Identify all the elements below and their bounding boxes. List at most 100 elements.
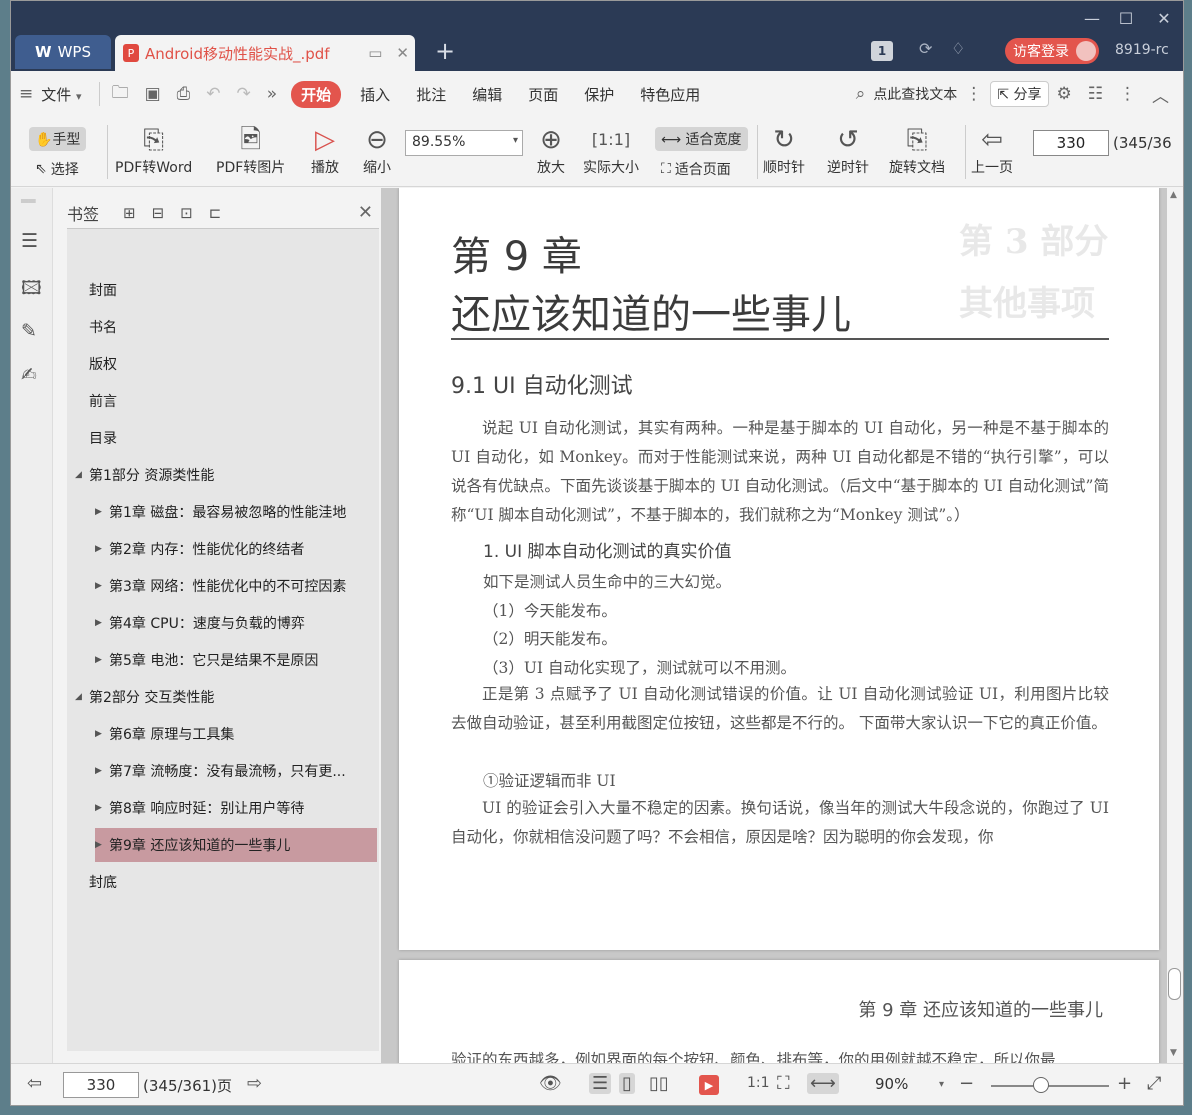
thumbnail-icon[interactable]: 🖾 — [21, 274, 42, 306]
bookmark-item[interactable]: ▶ 第1章 磁盘：最容易被忽略的性能洼地 — [95, 495, 377, 529]
open-folder-icon[interactable]: 🗀 — [104, 80, 137, 109]
zoom-slider-track[interactable] — [991, 1085, 1109, 1087]
bookmark-item[interactable]: 目录 — [75, 421, 377, 455]
tab-special[interactable]: 特色应用 — [627, 84, 713, 105]
more-vertical-icon[interactable]: ⋮ — [957, 84, 990, 104]
zoom-select[interactable]: 89.55% ▾ — [405, 130, 523, 156]
bookmark-item[interactable]: ▶ 第5章 电池：它只是结果不是原因 — [95, 643, 377, 677]
guest-login-button[interactable]: 访客登录 — [1005, 38, 1099, 64]
collapsed-arrow-icon[interactable]: ▶ — [95, 581, 109, 591]
fit-width-small-icon[interactable]: ⟷ — [807, 1073, 839, 1094]
collapsed-arrow-icon[interactable]: ▶ — [95, 766, 109, 776]
annotation-icon[interactable]: ✎ — [21, 320, 37, 342]
new-tab-plus-icon[interactable]: + — [435, 37, 455, 65]
file-menu[interactable]: 文件 ▾ — [41, 84, 94, 105]
bookmark-item[interactable]: 封面 — [75, 273, 377, 307]
bookmark-options-icon[interactable]: ⊏ — [209, 204, 222, 222]
actual-size-button[interactable]: [1:1] 实际大小 — [583, 123, 639, 177]
zoom-plus-icon[interactable]: + — [1117, 1073, 1132, 1094]
bookmark-item[interactable]: ▶ 第3章 网络：性能优化中的不可控因素 — [95, 569, 377, 603]
share-button[interactable]: ⇱ 分享 — [990, 81, 1049, 107]
skin-icon[interactable]: ♢ — [951, 39, 965, 58]
collapsed-arrow-icon[interactable]: ▶ — [95, 840, 109, 850]
bookmark-list-icon[interactable]: ☰ — [21, 230, 38, 252]
bookmark-item[interactable]: ▶ 第9章 还应该知道的一些事儿 — [95, 828, 377, 862]
pdf-to-image-button[interactable]: 🖻 PDF转图片 — [216, 123, 285, 177]
add-bookmark-icon[interactable]: ⊡ — [180, 204, 193, 222]
bookmark-item[interactable]: ▶ 第8章 响应时延：别让用户等待 — [95, 791, 377, 825]
eye-protection-icon[interactable]: 👁 — [539, 1073, 562, 1094]
bookmark-item[interactable]: ▶ 第2章 内存：性能优化的终结者 — [95, 532, 377, 566]
vertical-scrollbar[interactable]: ▲ ▼ — [1167, 188, 1183, 1063]
bookmark-item[interactable]: ◢ 第2部分 交互类性能 — [75, 680, 377, 714]
collapsed-arrow-icon[interactable]: ▶ — [95, 655, 109, 665]
tab-comment[interactable]: 批注 — [403, 84, 459, 105]
close-window-icon[interactable]: ✕ — [1149, 9, 1179, 28]
save-icon[interactable]: ▣ — [137, 84, 169, 104]
hamburger-menu-icon[interactable]: ≡ — [11, 84, 41, 104]
rotate-clockwise-button[interactable]: ↻ 顺时针 — [763, 123, 805, 177]
tab-page[interactable]: 页面 — [515, 84, 571, 105]
select-tool-button[interactable]: ⇖ 选择 — [35, 159, 79, 179]
tab-insert[interactable]: 插入 — [347, 84, 403, 105]
search-text-button[interactable]: 点此查找文本 — [873, 84, 957, 104]
zoom-minus-icon[interactable]: − — [959, 1073, 974, 1094]
window-count-badge[interactable]: 1 — [871, 41, 893, 61]
collapse-all-icon[interactable]: ⊟ — [152, 204, 165, 222]
signature-icon[interactable]: ✍ — [21, 364, 37, 386]
comment-icon[interactable]: ☷ — [1080, 84, 1111, 104]
bookmark-item[interactable]: ▶ 第6章 原理与工具集 — [95, 717, 377, 751]
single-page-icon[interactable]: ▯ — [619, 1073, 635, 1094]
redo-icon[interactable]: ↷ — [229, 84, 259, 104]
fit-width-button[interactable]: ⟷ 适合宽度 — [655, 127, 748, 151]
pdf-to-word-button[interactable]: ⎘ PDF转Word — [115, 123, 192, 177]
settings-gear-icon[interactable]: ⚙ — [1049, 84, 1080, 104]
expanded-arrow-icon[interactable]: ◢ — [75, 692, 89, 702]
actual-size-small-icon[interactable]: 1:1 — [747, 1075, 770, 1091]
bookmark-item[interactable]: 书名 — [75, 310, 377, 344]
sync-icon[interactable]: ⟳ — [919, 39, 932, 58]
fit-page-small-icon[interactable]: ⛶ — [777, 1073, 790, 1094]
scrollbar-thumb[interactable] — [1168, 968, 1181, 1000]
two-page-icon[interactable]: ▯▯ — [649, 1073, 669, 1094]
zoom-in-button[interactable]: ⊕ 放大 — [537, 123, 565, 177]
continuous-view-icon[interactable]: ☰ — [589, 1073, 612, 1094]
print-icon[interactable]: ⎙ — [169, 84, 199, 104]
play-slideshow-icon[interactable]: ▶ — [699, 1075, 719, 1095]
collapsed-arrow-icon[interactable]: ▶ — [95, 507, 109, 517]
tab-document[interactable]: P Android移动性能实战_.pdf ▭ ✕ — [115, 35, 415, 71]
prev-page-arrow-icon[interactable]: ⇦ — [27, 1073, 42, 1094]
bookmark-item[interactable]: ◢ 第1部分 资源类性能 — [75, 458, 377, 492]
next-page-arrow-icon[interactable]: ⇨ — [247, 1073, 262, 1094]
fullscreen-icon[interactable]: ⤢ — [1147, 1073, 1161, 1094]
expanded-arrow-icon[interactable]: ◢ — [75, 470, 89, 480]
fit-page-button[interactable]: ⛶ 适合页面 — [661, 159, 731, 179]
undo-icon[interactable]: ↶ — [198, 84, 228, 104]
status-zoom-value[interactable]: 90% — [875, 1075, 908, 1093]
rotate-document-button[interactable]: ⎘ 旋转文档 — [889, 123, 945, 177]
document-view[interactable]: 第 3 部分 其他事项 第 9 章 还应该知道的一些事儿 9.1 UI 自动化测… — [381, 188, 1167, 1063]
zoom-dropdown-icon[interactable]: ▾ — [939, 1079, 944, 1090]
close-panel-icon[interactable]: ✕ — [358, 202, 373, 223]
minimize-icon[interactable]: — — [1077, 9, 1107, 28]
scroll-down-icon[interactable]: ▼ — [1170, 1048, 1177, 1058]
drag-handle-icon[interactable]: ══ — [21, 194, 35, 208]
bookmark-item[interactable]: ▶ 第4章 CPU：速度与负载的博弈 — [95, 606, 377, 640]
expand-all-icon[interactable]: ⊞ — [123, 204, 136, 222]
bookmark-item[interactable]: 前言 — [75, 384, 377, 418]
collapsed-arrow-icon[interactable]: ▶ — [95, 618, 109, 628]
play-button[interactable]: ▷ 播放 — [311, 123, 339, 177]
screen-icon[interactable]: ▭ — [368, 44, 382, 62]
tab-edit[interactable]: 编辑 — [459, 84, 515, 105]
collapse-ribbon-icon[interactable]: ︿ — [1144, 82, 1177, 107]
tab-start[interactable]: 开始 — [291, 80, 342, 108]
previous-page-button[interactable]: ⇦ 上一页 — [971, 123, 1013, 177]
tab-wps-home[interactable]: W WPS — [15, 35, 111, 69]
zoom-out-button[interactable]: ⊖ 缩小 — [363, 123, 391, 177]
collapsed-arrow-icon[interactable]: ▶ — [95, 803, 109, 813]
bookmark-item[interactable]: 版权 — [75, 347, 377, 381]
tab-protect[interactable]: 保护 — [571, 84, 627, 105]
collapsed-arrow-icon[interactable]: ▶ — [95, 544, 109, 554]
close-tab-icon[interactable]: ✕ — [396, 44, 409, 62]
collapsed-arrow-icon[interactable]: ▶ — [95, 729, 109, 739]
